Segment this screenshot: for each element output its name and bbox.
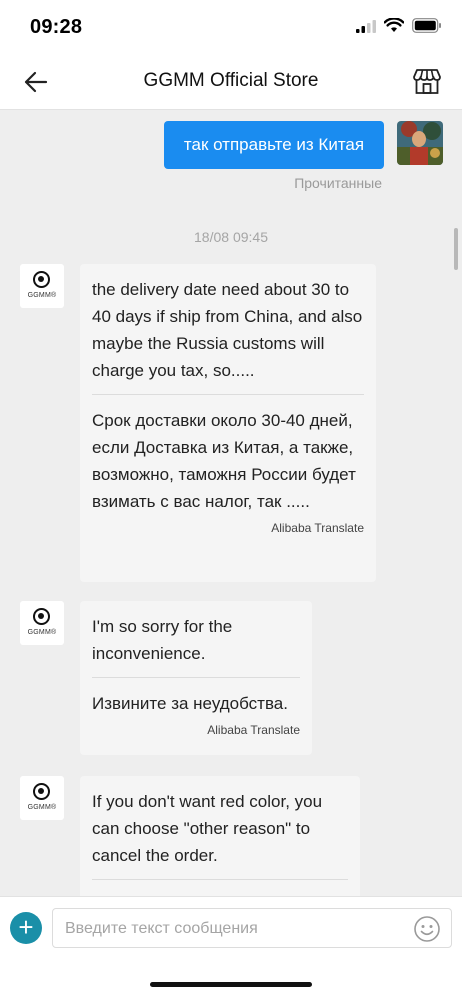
home-indicator — [150, 982, 312, 987]
store-logo[interactable]: GGMM® — [20, 776, 64, 820]
logo-text: GGMM® — [27, 292, 57, 299]
chat-header: GGMM Official Store — [0, 56, 462, 110]
store-icon[interactable] — [412, 66, 442, 96]
ggmm-logo-icon — [33, 608, 50, 625]
outgoing-message[interactable]: так отправьте из Китая — [164, 121, 384, 169]
store-logo[interactable]: GGMM® — [20, 264, 64, 308]
emoji-icon[interactable] — [413, 915, 441, 943]
incoming-message[interactable]: If you don't want red color, you can cho… — [80, 776, 360, 896]
ggmm-logo-icon — [33, 271, 50, 288]
signal-icon — [356, 19, 376, 33]
message-original-text: If you don't want red color, you can cho… — [92, 792, 323, 865]
status-bar: 09:28 — [0, 0, 462, 56]
message-original-text: the delivery date need about 30 to 40 da… — [92, 280, 363, 380]
incoming-message[interactable]: I'm so sorry for the inconvenience. Изви… — [80, 601, 312, 755]
status-icons — [356, 18, 442, 33]
message-input[interactable] — [65, 917, 395, 941]
ggmm-logo-icon — [33, 783, 50, 800]
add-attachment-button[interactable]: + — [10, 912, 42, 944]
avatar-image — [397, 121, 443, 165]
logo-text: GGMM® — [27, 804, 57, 811]
message-translation-text: Извините за неудобства. — [92, 694, 288, 713]
divider — [92, 394, 364, 395]
message-translation-text: Срок доставки около 30-40 дней, если Дос… — [92, 411, 356, 511]
message-timestamp: 18/08 09:45 — [194, 229, 268, 245]
message-original-text: I'm so sorry for the inconvenience. — [92, 617, 233, 663]
store-logo[interactable]: GGMM® — [20, 601, 64, 645]
divider — [92, 879, 348, 880]
translate-label: Alibaba Translate — [207, 723, 300, 737]
status-time: 09:28 — [30, 16, 83, 38]
logo-text: GGMM® — [27, 629, 57, 636]
battery-icon — [412, 18, 441, 33]
chat-area[interactable]: так отправьте из Китая Прочитанные 18/08… — [0, 110, 462, 896]
translate-label: Alibaba Translate — [271, 521, 364, 535]
divider — [92, 677, 300, 678]
read-status: Прочитанные — [294, 175, 382, 191]
wifi-icon — [384, 18, 404, 32]
page-title: GGMM Official Store — [143, 70, 319, 91]
incoming-message[interactable]: the delivery date need about 30 to 40 da… — [80, 264, 376, 582]
avatar[interactable] — [397, 121, 443, 165]
message-composer: + — [0, 896, 462, 960]
message-input-container[interactable] — [52, 908, 452, 948]
